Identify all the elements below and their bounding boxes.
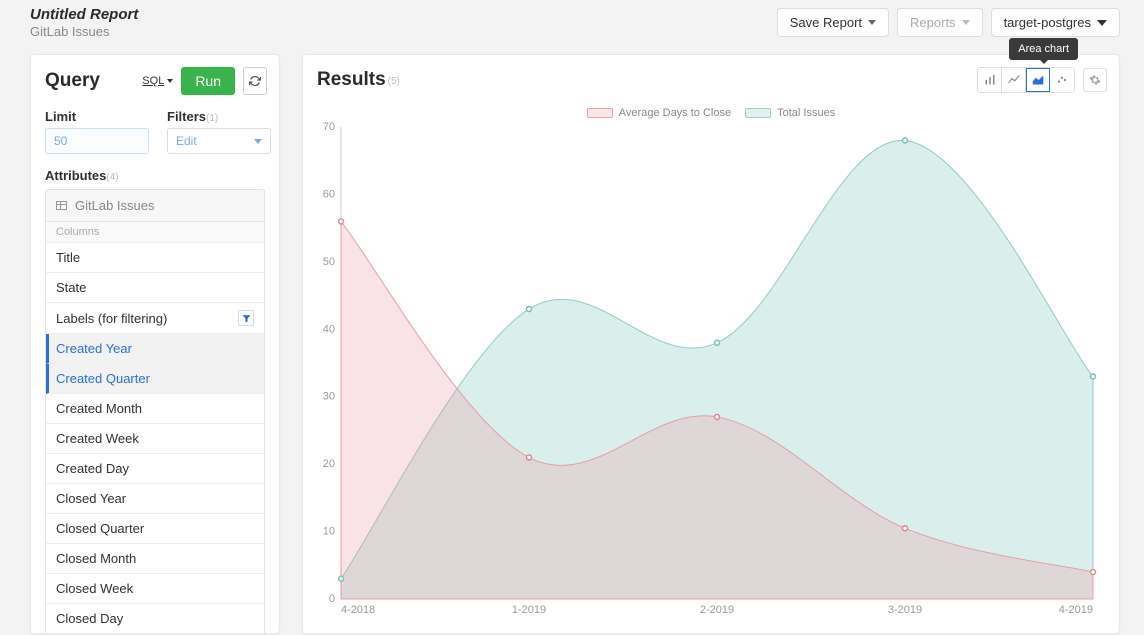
svg-text:20: 20	[323, 458, 335, 470]
area-chart-tooltip: Area chart	[1009, 38, 1078, 60]
svg-text:40: 40	[323, 323, 335, 335]
caret-down-icon	[254, 139, 262, 144]
attr-item[interactable]: Closed Day	[46, 604, 264, 634]
svg-text:4-2018: 4-2018	[341, 604, 375, 616]
attr-item[interactable]: Created Year	[46, 334, 264, 364]
filters-dropdown[interactable]: Edit	[167, 128, 271, 154]
area-chart-icon	[1032, 74, 1044, 86]
results-title: Results(5)	[317, 69, 400, 91]
bar-chart-icon	[984, 74, 996, 86]
query-title: Query	[45, 70, 100, 92]
attr-columns-subheader: Columns	[46, 222, 264, 243]
svg-text:50: 50	[323, 256, 335, 268]
attr-item[interactable]: Created Week	[46, 424, 264, 454]
table-icon	[56, 201, 67, 210]
limit-input[interactable]	[45, 128, 149, 154]
chevron-down-icon	[1097, 20, 1107, 26]
sql-label-text: SQL	[142, 75, 164, 87]
gear-icon	[1089, 74, 1101, 86]
save-report-label: Save Report	[790, 15, 862, 30]
svg-text:10: 10	[323, 526, 335, 538]
svg-text:3-2019: 3-2019	[888, 604, 922, 616]
attr-item[interactable]: Closed Week	[46, 574, 264, 604]
attr-item[interactable]: Created Month	[46, 394, 264, 424]
area-chart-button[interactable]	[1026, 68, 1050, 92]
attr-item[interactable]: State	[46, 273, 264, 303]
target-label: target-postgres	[1004, 15, 1091, 30]
line-chart-icon	[1008, 74, 1020, 86]
svg-text:0: 0	[329, 593, 335, 605]
bar-chart-button[interactable]	[978, 68, 1002, 92]
limit-label: Limit	[45, 109, 149, 124]
attr-item[interactable]: Closed Year	[46, 484, 264, 514]
legend-label-1: Average Days to Close	[619, 107, 731, 119]
attr-item[interactable]: Closed Month	[46, 544, 264, 574]
legend-label-2: Total Issues	[777, 107, 835, 119]
svg-text:60: 60	[323, 188, 335, 200]
attr-item[interactable]: Created Quarter	[46, 364, 264, 394]
svg-text:2-2019: 2-2019	[700, 604, 734, 616]
query-panel: Query SQL Run Limit Filters(1)	[30, 54, 280, 634]
reports-dropdown-button[interactable]: Reports	[897, 8, 983, 37]
attributes-label: Attributes(4)	[45, 168, 265, 183]
scatter-chart-button[interactable]	[1050, 68, 1074, 92]
attr-item[interactable]: Labels (for filtering)	[46, 303, 264, 334]
svg-text:70: 70	[323, 121, 335, 133]
filter-icon[interactable]	[238, 310, 254, 326]
chart-type-toolbar: Area chart	[977, 67, 1075, 93]
svg-text:1-2019: 1-2019	[512, 604, 546, 616]
refresh-icon	[249, 75, 261, 87]
area-chart: 0 10 20 30 40 50 60 70 4-2018 1-2019 2-2019 3-2019 4…	[319, 121, 1103, 621]
legend-swatch-red	[587, 108, 613, 118]
refresh-button[interactable]	[243, 67, 267, 95]
attr-table-header: GitLab Issues	[46, 190, 264, 222]
caret-down-icon	[962, 20, 970, 25]
sql-dropdown[interactable]: SQL	[142, 75, 173, 87]
svg-text:30: 30	[323, 391, 335, 403]
report-subtitle: GitLab Issues	[30, 24, 138, 39]
filter-edit-label: Edit	[176, 134, 197, 148]
svg-text:4-2019: 4-2019	[1059, 604, 1093, 616]
attr-item[interactable]: Created Day	[46, 454, 264, 484]
legend-swatch-teal	[745, 108, 771, 118]
results-panel: Results(5) Area chart	[302, 54, 1120, 634]
caret-down-icon	[167, 79, 173, 83]
reports-label: Reports	[910, 15, 956, 30]
save-report-button[interactable]: Save Report	[777, 8, 889, 37]
attr-item[interactable]: Title	[46, 243, 264, 273]
report-title: Untitled Report	[30, 6, 138, 23]
caret-down-icon	[868, 20, 876, 25]
attr-item[interactable]: Closed Quarter	[46, 514, 264, 544]
run-button[interactable]: Run	[181, 67, 235, 95]
scatter-chart-icon	[1056, 74, 1068, 86]
filters-label: Filters(1)	[167, 109, 271, 124]
chart-legend: Average Days to Close Total Issues	[303, 107, 1119, 119]
target-dropdown-button[interactable]: target-postgres	[991, 8, 1120, 37]
line-chart-button[interactable]	[1002, 68, 1026, 92]
chart-settings-button[interactable]	[1083, 68, 1107, 92]
